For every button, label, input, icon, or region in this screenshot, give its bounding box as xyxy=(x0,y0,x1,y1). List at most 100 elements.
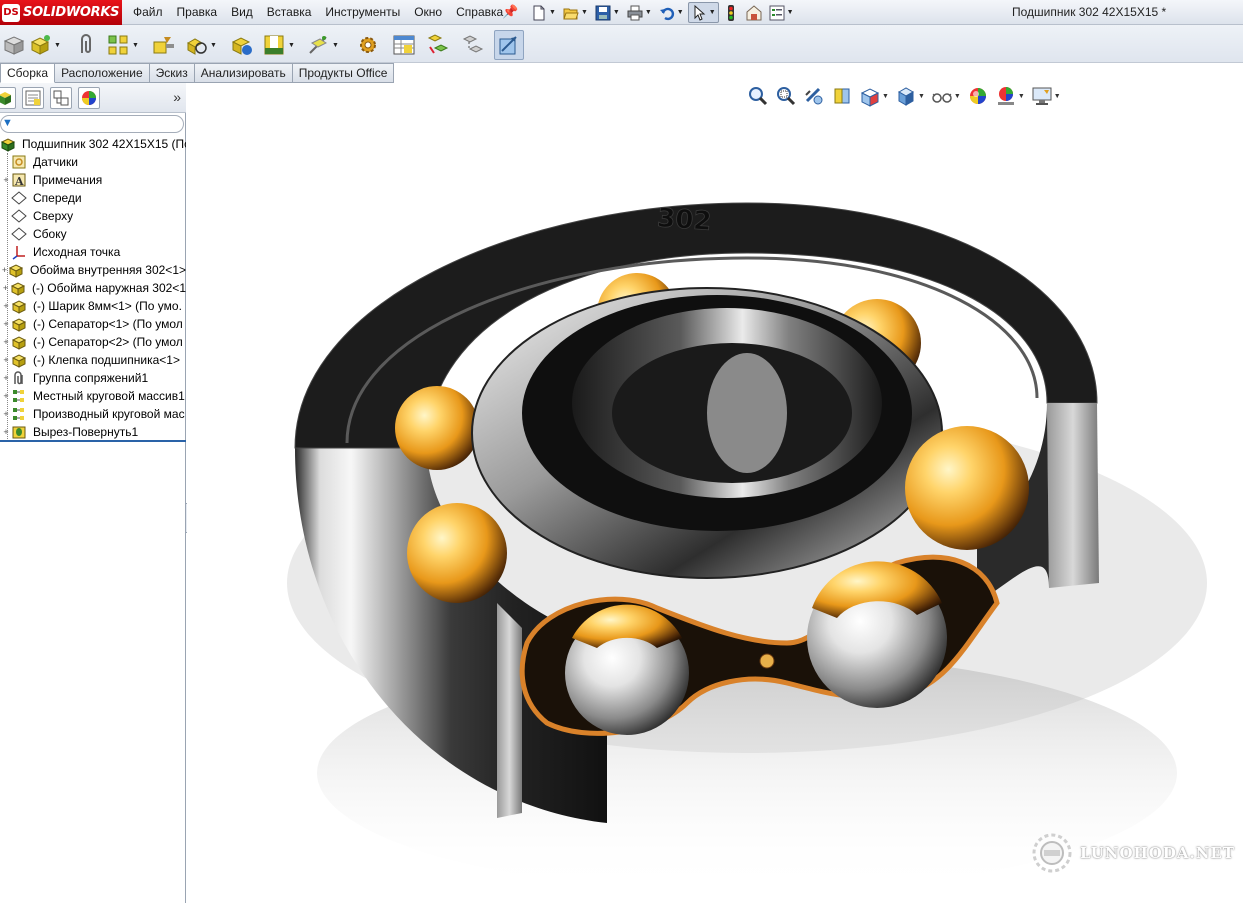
reference-geometry-button[interactable]: ▼ xyxy=(306,30,339,60)
pin-menu-icon[interactable]: 📌 xyxy=(502,4,518,20)
options-button[interactable]: ▼ xyxy=(766,2,797,23)
explode-line-sketch-button[interactable] xyxy=(460,30,484,60)
insert-components-button[interactable]: ▼ xyxy=(28,30,61,60)
rollback-bar[interactable] xyxy=(0,440,186,442)
chevron-down-icon[interactable]: ▼ xyxy=(581,9,588,16)
tab-office-products[interactable]: Продукты Office xyxy=(292,63,395,83)
new-motion-study-button[interactable] xyxy=(356,30,380,60)
edit-component-button[interactable] xyxy=(2,30,26,60)
feature-manager-tab[interactable] xyxy=(0,87,16,109)
property-manager-tab[interactable] xyxy=(22,87,44,109)
menu-edit[interactable]: Правка xyxy=(170,0,225,25)
edit-appearance-button[interactable] xyxy=(967,85,989,107)
chevron-down-icon[interactable]: ▼ xyxy=(210,42,217,49)
tree-item[interactable]: + (-) Сепаратор<1> (По умол xyxy=(0,315,186,333)
tree-item[interactable]: + Местный круговой массив1 xyxy=(0,387,186,405)
chevron-down-icon[interactable]: ▼ xyxy=(549,9,556,16)
expand-icon[interactable]: + xyxy=(1,427,11,437)
solidworks-logo[interactable]: DS SOLIDWORKS xyxy=(0,0,122,25)
tree-item[interactable]: + Обойма внутренняя 302<1> xyxy=(0,261,186,279)
mate-button[interactable] xyxy=(74,30,98,60)
chevron-down-icon[interactable]: ▼ xyxy=(677,9,684,16)
undo-button[interactable]: ▼ xyxy=(656,2,687,23)
menu-window[interactable]: Окно xyxy=(407,0,449,25)
expand-icon[interactable]: + xyxy=(1,391,11,401)
tree-item[interactable]: + Вырез-Повернуть1 xyxy=(0,423,186,441)
menu-insert[interactable]: Вставка xyxy=(260,0,319,25)
panel-more-icon[interactable]: » xyxy=(173,89,181,105)
chevron-down-icon[interactable]: ▼ xyxy=(787,9,794,16)
linear-pattern-button[interactable]: ▼ xyxy=(106,30,139,60)
tree-item[interactable]: + (-) Сепаратор<2> (По умол xyxy=(0,333,186,351)
instant3d-button[interactable] xyxy=(494,30,524,60)
rebuild-button[interactable] xyxy=(720,2,742,23)
tab-evaluate[interactable]: Анализировать xyxy=(194,63,293,83)
expand-icon[interactable]: + xyxy=(1,283,10,293)
chevron-down-icon[interactable]: ▼ xyxy=(332,42,339,49)
save-button[interactable]: ▼ xyxy=(592,2,623,23)
chevron-down-icon[interactable]: ▼ xyxy=(288,42,295,49)
tree-item[interactable]: + (-) Обойма наружная 302<1 xyxy=(0,279,186,297)
assembly-features-button[interactable]: ▼ xyxy=(262,30,295,60)
view-orientation-button[interactable]: ▼ xyxy=(859,85,889,107)
display-style-button[interactable]: ▼ xyxy=(895,85,925,107)
tab-layout[interactable]: Расположение xyxy=(55,63,150,83)
tree-item[interactable]: Сверху xyxy=(0,207,186,225)
tree-item[interactable]: + Производный круговой мас xyxy=(0,405,186,423)
tree-item[interactable]: + (-) Клепка подшипника<1> xyxy=(0,351,186,369)
move-component-button[interactable]: ▼ xyxy=(184,30,217,60)
tree-item[interactable]: + (-) Шарик 8мм<1> (По умо. xyxy=(0,297,186,315)
open-button[interactable]: ▼ xyxy=(560,2,591,23)
chevron-down-icon[interactable]: ▼ xyxy=(709,9,716,16)
chevron-down-icon[interactable]: ▼ xyxy=(1018,93,1025,100)
chevron-down-icon[interactable]: ▼ xyxy=(1054,93,1061,100)
chevron-down-icon[interactable]: ▼ xyxy=(132,42,139,49)
chevron-down-icon[interactable]: ▼ xyxy=(613,9,620,16)
chevron-down-icon[interactable]: ▼ xyxy=(645,9,652,16)
chevron-down-icon[interactable]: ▼ xyxy=(918,93,925,100)
menu-file[interactable]: Файл xyxy=(126,0,170,25)
select-button[interactable]: ▼ xyxy=(687,2,719,23)
show-hidden-components-button[interactable] xyxy=(230,30,254,60)
graphics-area[interactable]: 302 ▼ ▼ ▼ ▼ ▼ LUNOHODA.NET xyxy=(187,83,1243,903)
expand-icon[interactable]: + xyxy=(1,301,11,311)
zoom-to-area-button[interactable] xyxy=(775,85,797,107)
menu-tools[interactable]: Инструменты xyxy=(318,0,407,25)
configuration-manager-tab[interactable] xyxy=(50,87,72,109)
chevron-down-icon[interactable]: ▼ xyxy=(954,93,961,100)
new-document-button[interactable]: ▼ xyxy=(528,2,559,23)
smart-fasteners-button[interactable] xyxy=(152,30,176,60)
tree-root-assembly[interactable]: Подшипник 302 42X15X15 (По xyxy=(0,135,186,153)
hide-show-items-button[interactable]: ▼ xyxy=(931,85,961,107)
menu-view[interactable]: Вид xyxy=(224,0,260,25)
chevron-down-icon[interactable]: ▼ xyxy=(54,42,61,49)
view-settings-button[interactable]: ▼ xyxy=(1031,85,1061,107)
tree-item[interactable]: + A Примечания xyxy=(0,171,186,189)
section-view-button[interactable] xyxy=(831,85,853,107)
tab-sketch[interactable]: Эскиз xyxy=(149,63,195,83)
expand-icon[interactable]: + xyxy=(1,373,11,383)
display-manager-tab[interactable] xyxy=(78,87,100,109)
expand-icon[interactable]: + xyxy=(1,355,11,365)
previous-view-button[interactable] xyxy=(803,85,825,107)
print-button[interactable]: ▼ xyxy=(624,2,655,23)
feature-tree-filter[interactable]: ▼ xyxy=(0,115,184,133)
tree-item[interactable]: Спереди xyxy=(0,189,186,207)
tree-item[interactable]: + Группа сопряжений1 xyxy=(0,369,186,387)
expand-icon[interactable]: + xyxy=(1,337,11,347)
file-properties-button[interactable] xyxy=(743,2,765,23)
expand-icon[interactable]: + xyxy=(1,175,11,185)
tree-item[interactable]: Исходная точка xyxy=(0,243,186,261)
expand-icon[interactable]: + xyxy=(1,409,11,419)
plane-icon xyxy=(11,227,27,241)
tree-item[interactable]: Сбоку xyxy=(0,225,186,243)
zoom-to-fit-button[interactable] xyxy=(747,85,769,107)
bearing-model[interactable]: 302 xyxy=(187,83,1243,903)
chevron-down-icon[interactable]: ▼ xyxy=(882,93,889,100)
tab-assembly[interactable]: Сборка xyxy=(0,63,56,83)
exploded-view-button[interactable] xyxy=(426,30,450,60)
apply-scene-button[interactable]: ▼ xyxy=(995,85,1025,107)
bill-of-materials-button[interactable] xyxy=(392,30,416,60)
tree-item[interactable]: Датчики xyxy=(0,153,186,171)
expand-icon[interactable]: + xyxy=(1,319,11,329)
